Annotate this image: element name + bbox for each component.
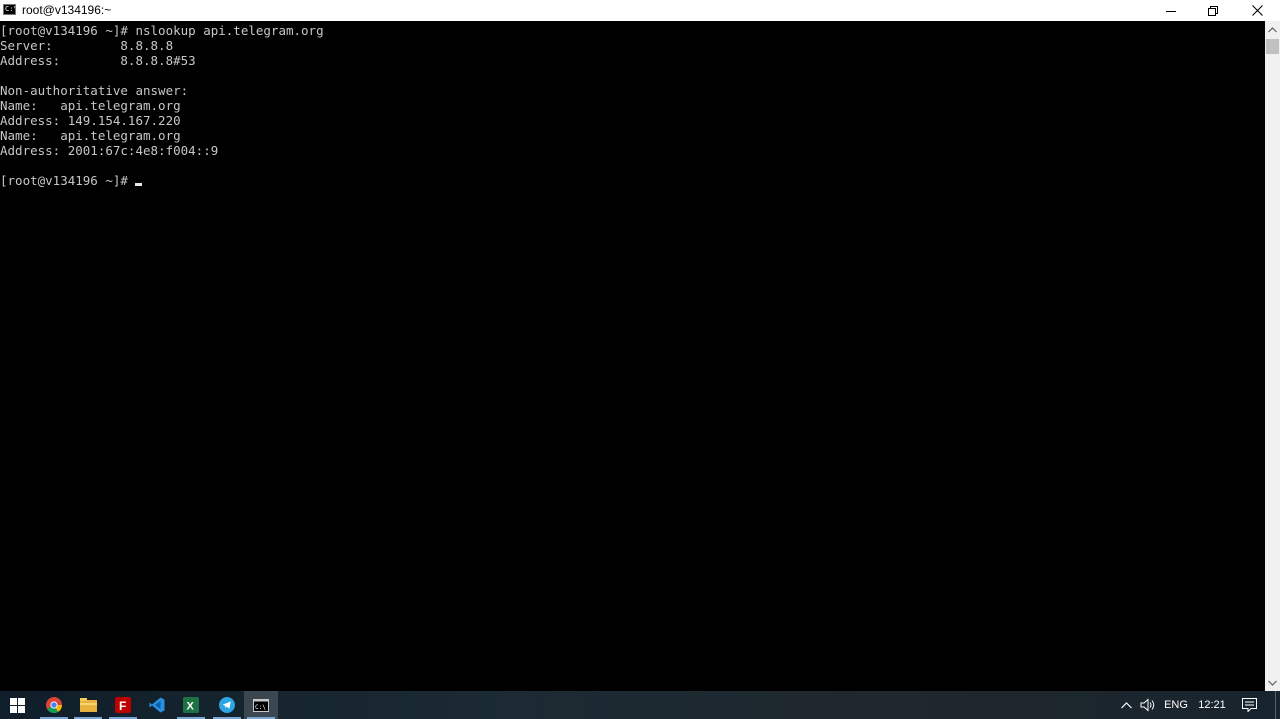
minimize-icon [1166,10,1176,12]
action-center-button[interactable] [1238,691,1260,719]
terminal-line: [root@v134196 ~]# nslookup api.telegram.… [0,23,324,38]
vertical-scrollbar[interactable] [1265,21,1280,691]
clock[interactable]: 12:21 [1195,691,1229,719]
terminal-line: Server: 8.8.8.8 [0,38,174,53]
close-icon [1251,5,1263,16]
taskbar-filezilla[interactable]: F [106,691,140,719]
vscode-icon [149,697,165,713]
terminal-line: Address: 8.8.8.8#53 [0,53,196,68]
arrow-down-icon [1268,680,1277,686]
show-desktop-button[interactable] [1275,691,1280,719]
restore-button[interactable] [1192,0,1234,21]
window-title: root@v134196:~ [22,3,112,17]
terminal-line: Address: 2001:67c:4e8:f004::9 [0,143,219,158]
minimize-button[interactable] [1150,0,1192,21]
command-prompt-icon: C:\ [253,698,269,712]
scroll-down-button[interactable] [1265,674,1280,691]
terminal-line: Name: api.telegram.org [0,128,181,143]
telegram-icon [219,697,235,713]
taskbar-command-prompt[interactable]: C:\ [244,691,278,719]
terminal-prompt: [root@v134196 ~]# [0,173,136,188]
taskbar-file-explorer[interactable] [71,691,105,719]
file-explorer-icon [79,698,97,712]
terminal-output[interactable]: [root@v134196 ~]# nslookup api.telegram.… [0,21,1265,691]
svg-text:C:\: C:\ [255,704,266,711]
terminal-line: Address: 149.154.167.220 [0,113,181,128]
taskbar: F X C:\ ENG 12:21 [0,691,1280,719]
taskbar-excel[interactable]: X [174,691,208,719]
scroll-up-button[interactable] [1265,21,1280,38]
taskbar-vscode[interactable] [140,691,174,719]
windows-logo-icon [9,697,25,713]
start-button[interactable] [0,691,34,719]
title-bar: C:\ root@v134196:~ [0,0,1280,21]
taskbar-chrome[interactable] [37,691,71,719]
command-prompt-icon: C:\ [3,4,16,15]
text-cursor [135,183,142,186]
terminal-line: Non-authoritative answer: [0,83,189,98]
svg-text:F: F [119,699,126,713]
show-hidden-icons-button[interactable] [1117,691,1135,719]
taskbar-telegram[interactable] [210,691,244,719]
volume-button[interactable] [1138,691,1158,719]
language-indicator[interactable]: ENG [1163,691,1189,719]
arrow-up-icon [1268,26,1277,32]
notification-icon [1241,698,1257,712]
close-button[interactable] [1236,0,1278,21]
restore-icon [1208,5,1218,16]
svg-text:X: X [187,701,195,713]
filezilla-icon: F [115,697,131,713]
terminal-line: Name: api.telegram.org [0,98,181,113]
excel-icon: X [183,697,199,713]
scroll-thumb[interactable] [1266,39,1279,54]
chrome-icon [46,697,62,713]
volume-icon [1140,698,1155,712]
chevron-up-icon [1120,701,1132,708]
